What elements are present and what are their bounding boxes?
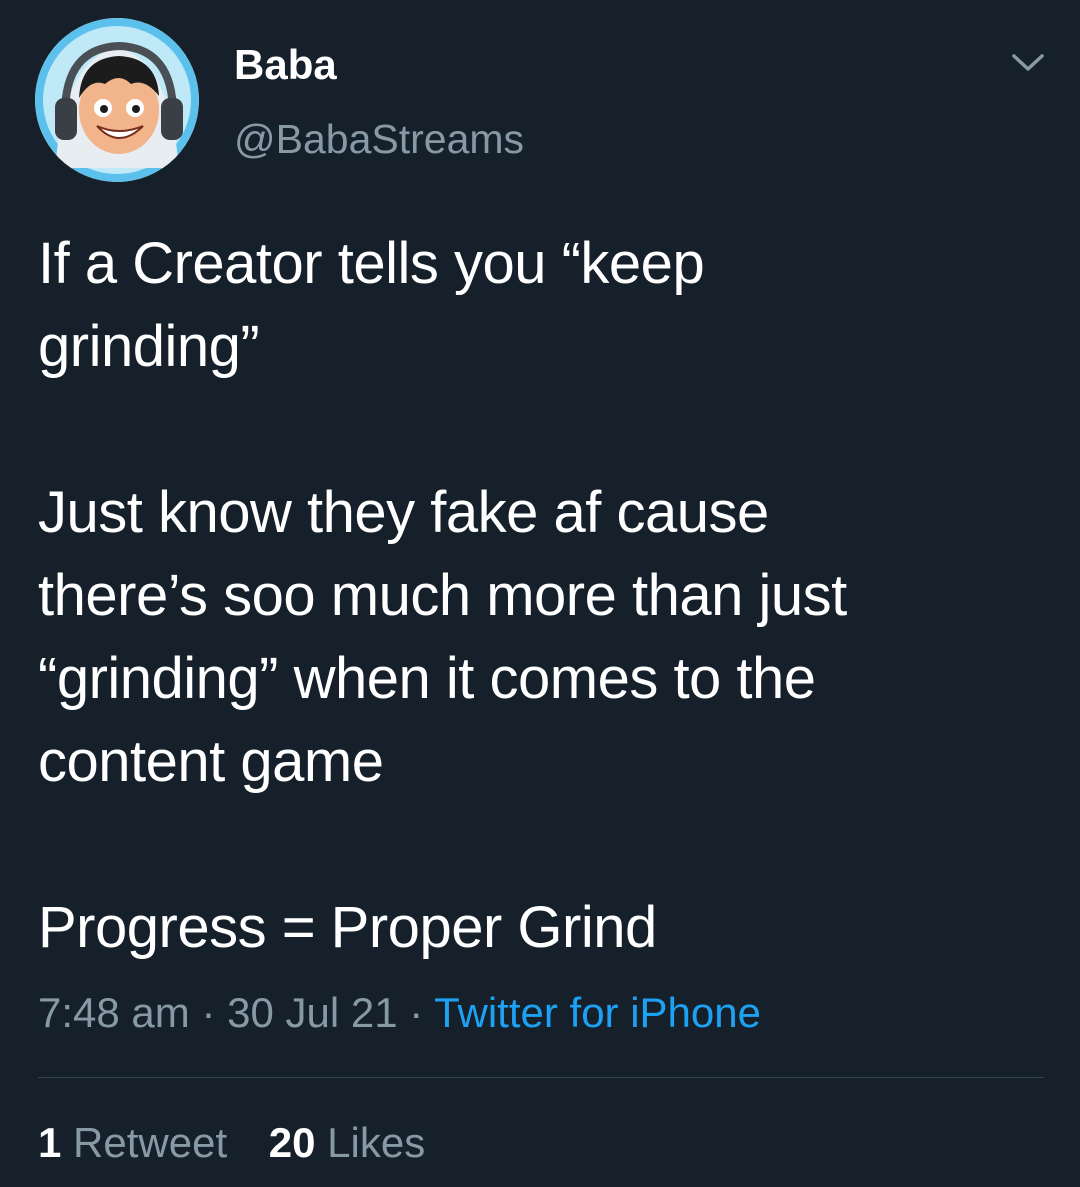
likes-label: Likes xyxy=(327,1119,426,1166)
author-handle[interactable]: @BabaStreams xyxy=(234,114,524,164)
retweets-stat[interactable]: 1 Retweet xyxy=(38,1119,239,1166)
tweet-time: 7:48 am xyxy=(38,989,190,1036)
likes-count: 20 xyxy=(268,1119,316,1166)
avatar[interactable] xyxy=(35,18,199,182)
divider xyxy=(38,1077,1044,1078)
tweet-line: Progress = Proper Grind xyxy=(38,895,657,960)
tweet-date: 30 Jul 21 xyxy=(227,989,398,1036)
tweet-line: grinding” xyxy=(38,314,260,379)
meta-separator: · xyxy=(409,989,424,1036)
tweet-paragraph: If a Creator tells you “keep grinding” xyxy=(38,222,1048,388)
retweets-label: Retweet xyxy=(73,1119,228,1166)
retweets-count: 1 xyxy=(38,1119,62,1166)
likes-stat[interactable]: 20 Likes xyxy=(269,1119,425,1166)
tweet-stats: 1 Retweet 20 Likes xyxy=(38,1116,425,1170)
more-options-button[interactable] xyxy=(1006,44,1050,80)
meta-separator: · xyxy=(201,989,216,1036)
tweet-meta: 7:48 am · 30 Jul 21 · Twitter for iPhone xyxy=(38,986,761,1040)
tweet-paragraph: Progress = Proper Grind xyxy=(38,886,1048,969)
tweet-paragraph: Just know they fake af cause there’s soo… xyxy=(38,471,1048,803)
tweet-source-link[interactable]: Twitter for iPhone xyxy=(434,989,761,1036)
tweet-line: Just know they fake af cause xyxy=(38,480,769,545)
chevron-down-icon xyxy=(1012,54,1044,71)
tweet-line: content game xyxy=(38,729,384,794)
tweet-line: there’s soo much more than just xyxy=(38,563,847,628)
tweet-detail: Baba @BabaStreams If a Creator tells you… xyxy=(0,0,1080,1187)
author-name[interactable]: Baba xyxy=(234,40,337,90)
tweet-text: If a Creator tells you “keep grinding” J… xyxy=(38,222,1048,969)
tweet-line: “grinding” when it comes to the xyxy=(38,646,816,711)
avatar-illustration xyxy=(35,18,199,182)
tweet-line: If a Creator tells you “keep xyxy=(38,231,705,296)
